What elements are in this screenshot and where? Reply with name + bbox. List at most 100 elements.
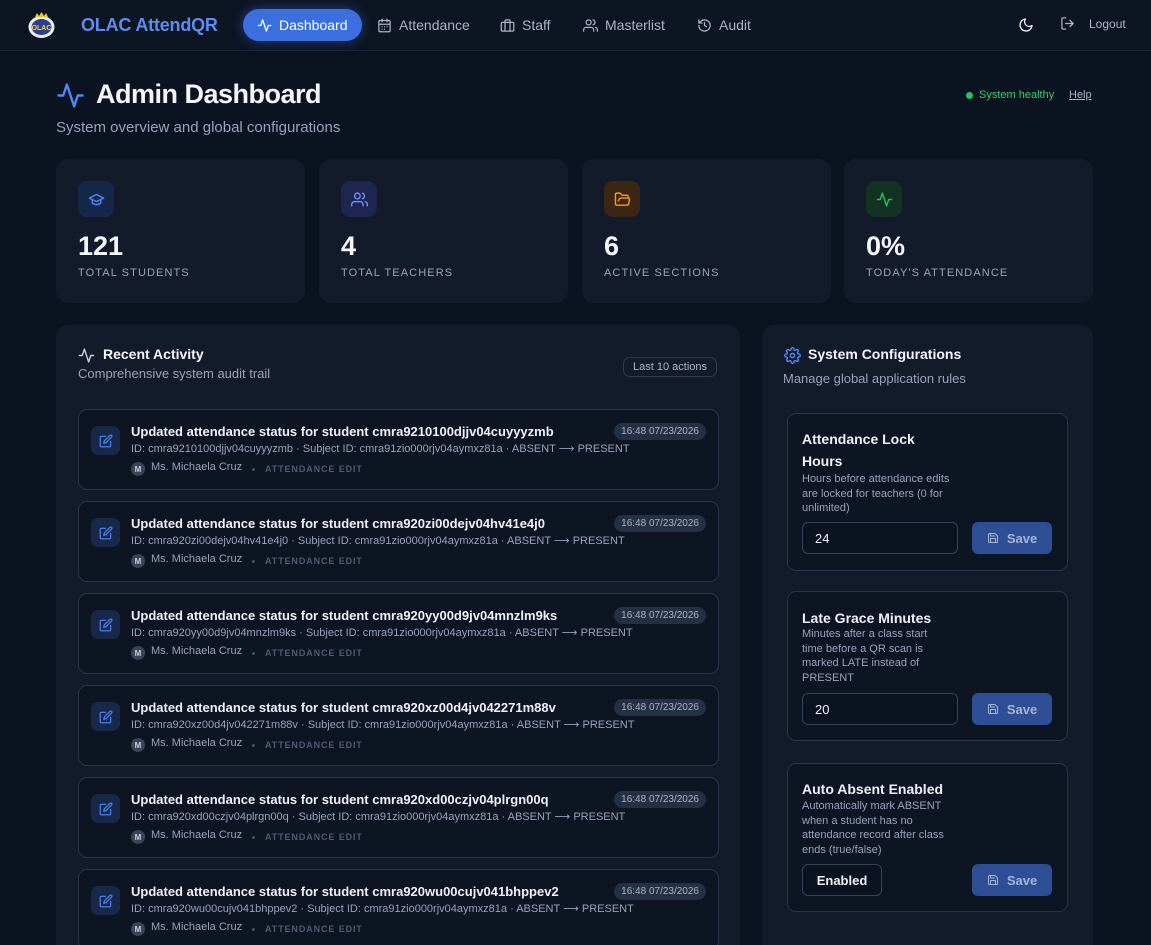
help-link[interactable]: Help [1069,89,1092,101]
config-description: Automatically mark ABSENT when a student… [802,800,944,856]
activity-type: ATTENDANCE EDIT [265,924,363,934]
separator-dot [252,560,255,563]
save-button[interactable]: Save [972,693,1052,725]
users-icon [583,18,598,32]
avatar: M [131,646,145,660]
activity-detail: ID: cmra920xz00d4jv042271m88v · Subject … [131,719,635,731]
stat-label: TODAY'S ATTENDANCE [866,267,1009,279]
save-label: Save [1006,872,1038,888]
activity-timestamp: 16:48 07/23/2026 [614,791,706,808]
edit-icon [99,526,112,539]
edit-icon-badge [91,702,120,731]
auto-absent-toggle[interactable]: Enabled [802,864,882,896]
activity-type: ATTENDANCE EDIT [265,832,363,842]
edit-icon-badge [91,426,120,455]
panel-title: Recent Activity [103,346,204,362]
avatar: M [131,830,145,844]
recent-activity-panel: Recent Activity Comprehensive system aud… [56,325,740,945]
config-late-grace: Late Grace Minutes Minutes after a class… [787,591,1068,741]
config-description: Minutes after a class start time before … [802,628,928,684]
panel-title: System Configurations [808,346,962,362]
olac-logo[interactable]: OLAC [26,11,57,39]
nav-staff[interactable]: Staff [486,9,565,41]
edit-icon [99,618,112,631]
activity-icon [866,181,902,217]
stat-value: 121 [78,231,124,261]
logout-button[interactable]: Logout [1060,16,1126,31]
stat-label: TOTAL TEACHERS [341,267,454,279]
panel-subtitle: Comprehensive system audit trail [78,366,271,381]
activity-user: Ms. Michaela Cruz [151,645,243,657]
activity-timestamp: 16:48 07/23/2026 [614,699,706,716]
actions-count-badge: Last 10 actions [623,357,717,377]
separator-dot [252,836,255,839]
activity-detail: ID: cmra920zi00dejv04hv41e4j0 · Subject … [131,535,625,547]
moon-icon[interactable] [1018,17,1034,33]
users-icon [341,181,377,217]
activity-type: ATTENDANCE EDIT [265,556,363,566]
grace-minutes-input[interactable] [802,693,958,725]
save-icon [987,704,998,714]
stat-value: 4 [341,231,357,261]
save-icon [987,875,998,885]
activity-title: Updated attendance status for student cm… [131,700,556,715]
svg-text:OLAC: OLAC [32,25,52,32]
nav-label: Audit [719,17,751,33]
nav-masterlist[interactable]: Masterlist [569,9,679,41]
activity-detail: ID: cmra920wu00cujv041bhppev2 · Subject … [131,903,634,915]
stat-label: ACTIVE SECTIONS [604,267,720,279]
activity-timestamp: 16:48 07/23/2026 [614,515,706,532]
activity-icon [257,18,272,32]
activity-item[interactable]: Updated attendance status for student cm… [78,593,719,674]
edit-icon-badge [91,886,120,915]
activity-item[interactable]: Updated attendance status for student cm… [78,501,719,582]
separator-dot [252,468,255,471]
avatar: M [131,922,145,936]
activity-timestamp: 16:48 07/23/2026 [614,607,706,624]
gear-icon [784,347,801,364]
edit-icon-badge [91,518,120,547]
activity-item[interactable]: Updated attendance status for student cm… [78,869,719,945]
activity-title: Updated attendance status for student cm… [131,424,554,439]
system-config-panel: System Configurations Manage global appl… [762,325,1093,945]
activity-timestamp: 16:48 07/23/2026 [614,423,706,440]
calendar-icon [378,18,391,32]
lock-hours-input[interactable] [802,522,958,554]
brand-name[interactable]: OLAC AttendQR [81,15,218,36]
logout-label: Logout [1089,16,1126,31]
top-navbar: OLAC OLAC AttendQR Dashboard Attendance … [0,0,1151,51]
folder-open-icon [604,181,640,217]
avatar: M [131,554,145,568]
nav-label: Dashboard [279,17,348,33]
nav-attendance[interactable]: Attendance [363,9,484,41]
save-icon [987,533,998,543]
stat-card-sections: 6 ACTIVE SECTIONS [582,159,831,303]
edit-icon-badge [91,610,120,639]
activity-item[interactable]: Updated attendance status for student cm… [78,777,719,858]
edit-icon [99,434,112,447]
graduation-cap-icon [78,181,114,217]
save-button[interactable]: Save [972,522,1052,554]
activity-title: Updated attendance status for student cm… [131,608,558,623]
separator-dot [252,928,255,931]
config-name: Late Grace Minutes [802,610,932,626]
save-button[interactable]: Save [972,864,1052,896]
briefcase-icon [500,18,515,32]
activity-user: Ms. Michaela Cruz [151,921,243,933]
save-label: Save [1006,701,1038,717]
nav-label: Attendance [399,17,470,33]
config-description: Hours before attendance edits are locked… [802,473,950,514]
activity-title: Updated attendance status for student cm… [131,792,549,807]
activity-detail: ID: cmra9210100djjv04cuyyyzmb · Subject … [131,443,630,455]
status-dot-icon [966,91,973,99]
activity-user: Ms. Michaela Cruz [151,829,243,841]
activity-user: Ms. Michaela Cruz [151,553,243,565]
activity-detail: ID: cmra920xd00czjv04plrgn00q · Subject … [131,811,626,823]
activity-title: Updated attendance status for student cm… [131,884,559,899]
activity-item[interactable]: Updated attendance status for student cm… [78,685,719,766]
activity-item[interactable]: Updated attendance status for student cm… [78,409,719,490]
nav-dashboard[interactable]: Dashboard [243,9,362,41]
nav-audit[interactable]: Audit [683,9,765,41]
stat-card-attendance: 0% TODAY'S ATTENDANCE [844,159,1093,303]
history-icon [698,18,711,32]
